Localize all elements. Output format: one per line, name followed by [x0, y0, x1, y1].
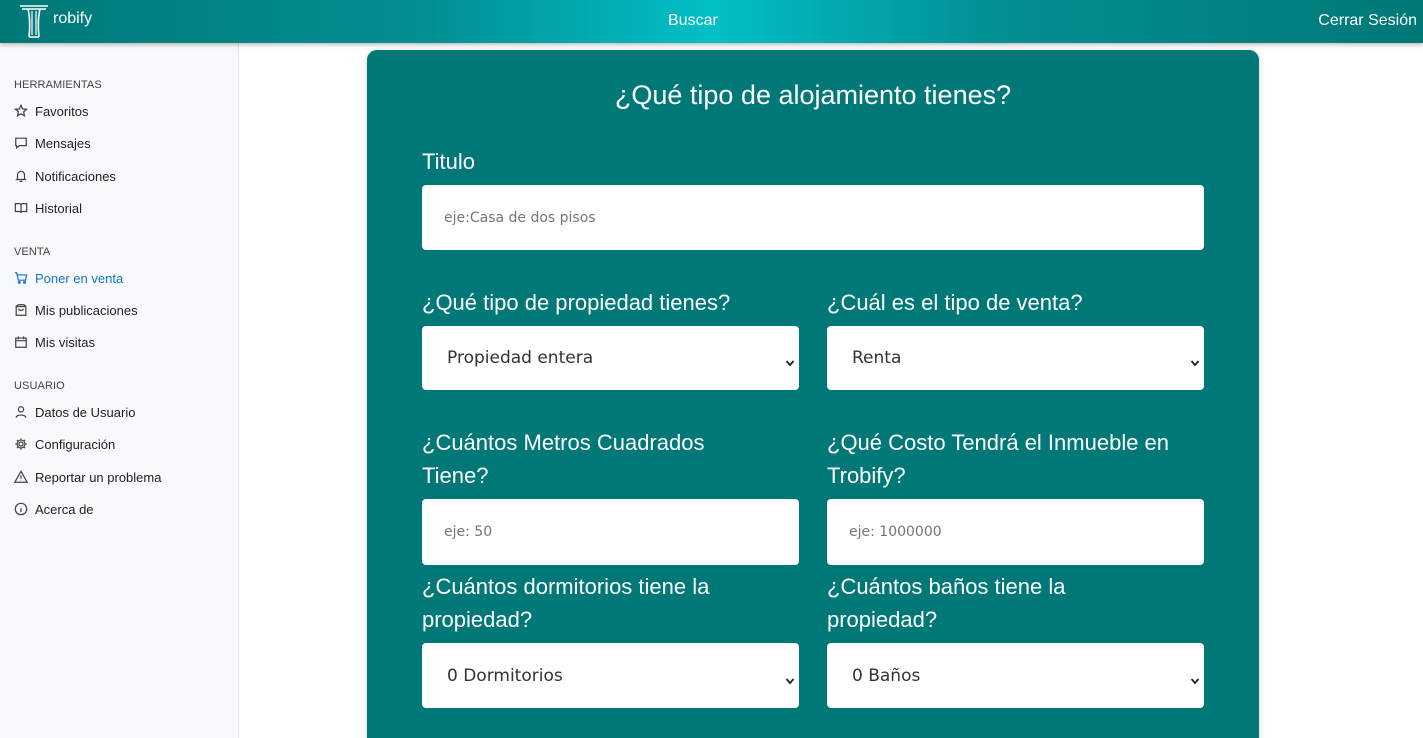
sidebar-item-mensajes[interactable]: Mensajes — [13, 134, 91, 152]
bathrooms-selected-value: 0 Baños — [852, 665, 921, 686]
brand-name: robify — [53, 10, 93, 27]
gear-icon — [13, 437, 28, 452]
sidebar-item-datos-de-usuario[interactable]: Datos de Usuario — [13, 403, 135, 421]
area-label: ¿Cuántos Metros Cuadrados Tiene? — [422, 426, 704, 492]
area-input[interactable] — [422, 499, 799, 565]
calendar-icon — [13, 335, 28, 350]
sidebar-item-favoritos[interactable]: Favoritos — [13, 102, 88, 120]
property-type-selected-value: Propiedad entera — [447, 348, 594, 368]
book-icon — [13, 201, 28, 216]
bathrooms-label-line1: ¿Cuántos baños tiene la — [827, 574, 1066, 599]
bathrooms-label: ¿Cuántos baños tiene la propiedad? — [827, 570, 1066, 636]
chevron-down-icon — [1190, 671, 1200, 684]
sidebar-item-label: Datos de Usuario — [35, 404, 136, 420]
property-type-label: ¿Qué tipo de propiedad tienes? — [422, 290, 731, 315]
sale-type-select[interactable]: Renta — [827, 326, 1204, 390]
sidebar-item-poner-en-venta[interactable]: Poner en venta — [13, 269, 123, 287]
sidebar-section-usuario: USUARIO — [14, 380, 65, 392]
sidebar-item-label: Notificaciones — [35, 168, 116, 184]
sidebar-item-label: Poner en venta — [35, 270, 124, 286]
sidebar-item-label: Mensajes — [35, 135, 91, 151]
cost-label-line2: Trobify? — [827, 463, 906, 488]
titulo-label: Titulo — [422, 149, 475, 174]
sidebar-item-label: Favoritos — [35, 103, 89, 119]
area-label-line2: Tiene? — [422, 463, 489, 488]
sidebar-item-configuracion[interactable]: Configuración — [13, 435, 115, 453]
sidebar-item-label: Reportar un problema — [35, 469, 162, 485]
titulo-input[interactable] — [422, 185, 1204, 250]
info-icon — [13, 502, 28, 517]
search-link[interactable]: Buscar — [668, 12, 718, 30]
sidebar-item-label: Mis visitas — [35, 334, 95, 350]
bedrooms-label-line1: ¿Cuántos dormitorios tiene la — [422, 574, 710, 599]
bedrooms-selected-value: 0 Dormitorios — [447, 665, 563, 686]
sale-type-selected-value: Renta — [852, 348, 902, 368]
sidebar-item-label: Configuración — [35, 436, 116, 452]
sidebar-item-label: Historial — [35, 200, 82, 216]
trobify-logo-icon — [20, 5, 48, 38]
user-icon — [13, 405, 28, 420]
warning-icon — [13, 470, 28, 485]
sidebar-item-notificaciones[interactable]: Notificaciones — [13, 167, 116, 185]
property-type-select[interactable]: Propiedad entera — [422, 326, 799, 390]
cost-label-line1: ¿Qué Costo Tendrá el Inmueble en — [827, 430, 1170, 455]
property-form-card: ¿Qué tipo de alojamiento tienes? Titulo … — [367, 50, 1259, 738]
area-label-line1: ¿Cuántos Metros Cuadrados — [422, 430, 705, 455]
form-title: ¿Qué tipo de alojamiento tienes? — [614, 80, 1012, 110]
sale-type-label: ¿Cuál es el tipo de venta? — [827, 290, 1083, 315]
cart-icon — [13, 271, 28, 286]
cost-input[interactable] — [827, 499, 1204, 565]
sidebar: HERRAMIENTAS Favoritos Mensajes Notifica… — [0, 43, 239, 738]
sidebar-item-historial[interactable]: Historial — [13, 199, 82, 217]
bathrooms-select[interactable]: 0 Baños — [827, 643, 1204, 708]
bedrooms-label: ¿Cuántos dormitorios tiene la propiedad? — [422, 570, 709, 636]
sidebar-item-label: Mis publicaciones — [35, 302, 138, 318]
bedrooms-label-line2: propiedad? — [422, 607, 533, 632]
chevron-down-icon — [1190, 353, 1200, 367]
chevron-down-icon — [785, 671, 795, 684]
sidebar-item-reportar-problema[interactable]: Reportar un problema — [13, 468, 161, 486]
cost-label: ¿Qué Costo Tendrá el Inmueble en Trobify… — [827, 426, 1169, 492]
star-icon — [13, 104, 28, 119]
bedrooms-select[interactable]: 0 Dormitorios — [422, 643, 799, 708]
sidebar-item-mis-publicaciones[interactable]: Mis publicaciones — [13, 301, 138, 319]
logout-link[interactable]: Cerrar Sesión — [1318, 12, 1417, 30]
brand-logo[interactable]: robify — [18, 3, 92, 39]
chevron-down-icon — [785, 353, 795, 367]
bathrooms-label-line2: propiedad? — [827, 607, 938, 632]
sidebar-item-acerca-de[interactable]: Acerca de — [13, 500, 94, 518]
sidebar-section-venta: VENTA — [14, 246, 51, 258]
sidebar-item-label: Acerca de — [35, 501, 94, 517]
sidebar-section-herramientas: HERRAMIENTAS — [14, 79, 102, 91]
sidebar-item-mis-visitas[interactable]: Mis visitas — [13, 333, 95, 351]
top-navbar: robify Buscar Cerrar Sesión — [0, 0, 1423, 43]
bag-icon — [13, 303, 28, 318]
chat-icon — [13, 136, 28, 151]
bell-icon — [13, 169, 28, 184]
